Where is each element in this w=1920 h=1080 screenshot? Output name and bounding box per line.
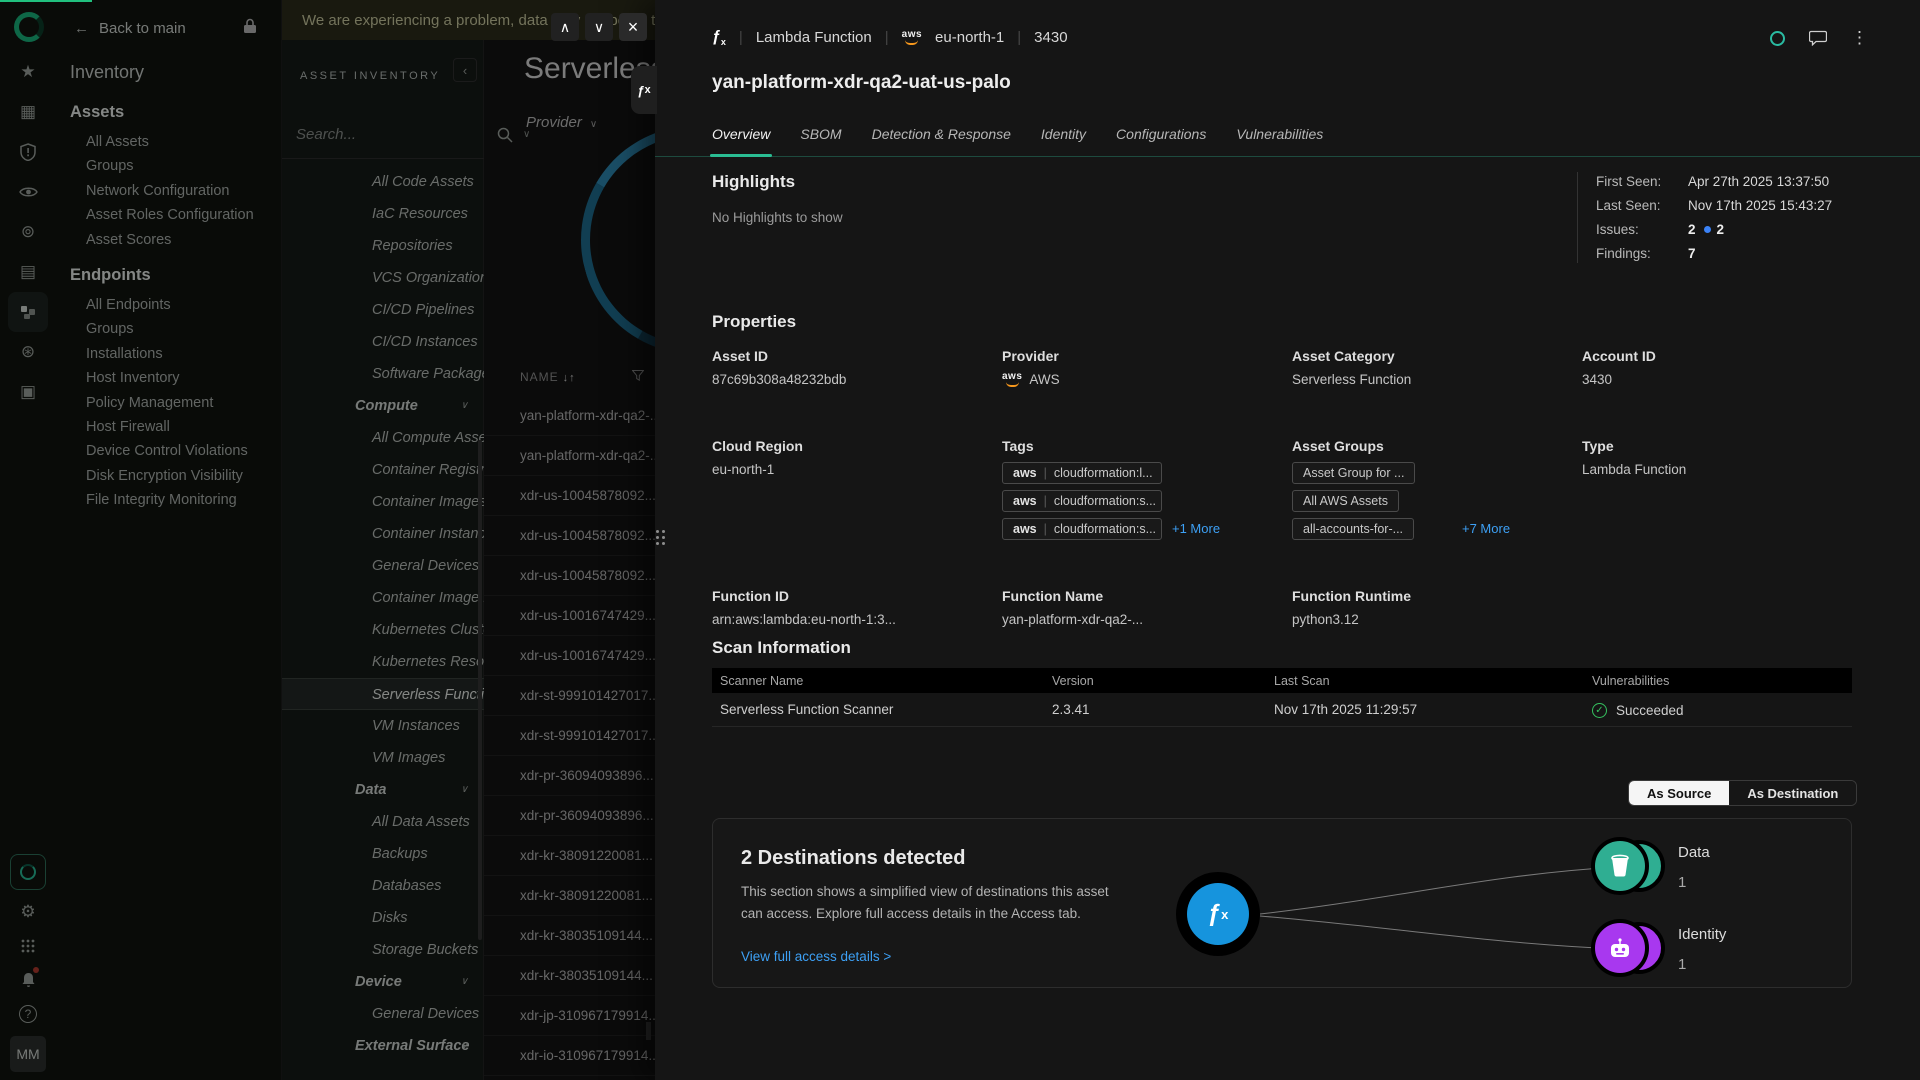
lambda-graph-node[interactable]: ƒx <box>1176 872 1260 956</box>
previous-asset-button[interactable]: ∧ <box>551 13 579 41</box>
last-seen-value: Nov 17th 2025 15:43:27 <box>1688 198 1832 213</box>
destinations-card: 2 Destinations detected This section sho… <box>712 818 1852 988</box>
progress-sliver <box>0 0 92 2</box>
asset-group-chip[interactable]: all-accounts-for-... <box>1292 518 1414 540</box>
issues-count[interactable]: 22 <box>1688 222 1724 237</box>
copilot-action-icon[interactable] <box>1770 31 1785 46</box>
region-label: eu-north-1 <box>935 29 1004 46</box>
scan-information-title: Scan Information <box>712 638 851 658</box>
first-seen-value: Apr 27th 2025 13:37:50 <box>1688 174 1829 189</box>
type-value: Lambda Function <box>1582 462 1872 477</box>
comment-icon[interactable] <box>1809 30 1827 46</box>
robot-icon <box>1591 919 1649 977</box>
destinations-title: 2 Destinations detected <box>741 847 966 870</box>
view-access-details-link[interactable]: View full access details > <box>741 949 891 964</box>
tab[interactable]: Vulnerabilities <box>1236 126 1323 157</box>
aws-icon: aws <box>1002 372 1022 387</box>
tag-chip[interactable]: aws|cloudformation:s... <box>1002 518 1162 540</box>
scanner-last-scan: Nov 17th 2025 11:29:57 <box>1266 693 1584 726</box>
tab[interactable]: SBOM <box>800 126 841 157</box>
cloud-region-value: eu-north-1 <box>712 462 1002 477</box>
tab[interactable]: Overview <box>712 126 770 157</box>
tag-chip[interactable]: aws|cloudformation:l... <box>1002 462 1162 484</box>
identity-graph-node[interactable] <box>1591 921 1667 979</box>
tab[interactable]: Identity <box>1041 126 1086 157</box>
tab[interactable]: Detection & Response <box>872 126 1011 157</box>
asset-group-chip[interactable]: All AWS Assets <box>1292 490 1399 512</box>
close-icon[interactable]: × <box>619 13 647 41</box>
tab[interactable]: Configurations <box>1116 126 1206 157</box>
properties-title: Properties <box>712 312 796 332</box>
scanner-name: Serverless Function Scanner <box>712 693 1044 726</box>
tags-more-link[interactable]: +1 More <box>1172 521 1220 536</box>
identity-node-label: Identity <box>1678 926 1726 943</box>
scan-row: Serverless Function Scanner 2.3.41 Nov 1… <box>712 693 1852 726</box>
scan-col-lastscan: Last Scan <box>1266 668 1584 693</box>
success-check-icon: ✓ <box>1592 703 1607 718</box>
scan-status-badge: ✓Succeeded <box>1592 703 1684 718</box>
asset-id-value: 87c69b308a48232bdb <box>712 372 1002 387</box>
function-name-value: yan-platform-xdr-qa2-... <box>1002 612 1292 627</box>
findings-count[interactable]: 7 <box>1688 246 1696 261</box>
scan-table: Scanner Name Version Last Scan Vulnerabi… <box>712 668 1852 727</box>
asset-category-value: Serverless Function <box>1292 372 1582 387</box>
asset-detail-drawer: ƒx | Lambda Function | aws eu-north-1 | … <box>655 0 1920 1080</box>
data-graph-node[interactable] <box>1591 839 1667 897</box>
next-asset-button[interactable]: ∨ <box>585 13 613 41</box>
asset-groups-list: Asset Group for ... All AWS Assets all-acc… <box>1292 462 1582 540</box>
asset-group-chip[interactable]: Asset Group for ... <box>1292 462 1415 484</box>
provider-value: AWS <box>1029 372 1059 387</box>
toggle-option[interactable]: As Source <box>1629 781 1729 805</box>
function-id-value: arn:aws:lambda:eu-north-1:3... <box>712 612 1002 627</box>
tag-chip[interactable]: aws|cloudformation:s... <box>1002 490 1162 512</box>
toggle-option[interactable]: As Destination <box>1729 781 1856 805</box>
drawer-navigation: ∧ ∨ × <box>551 13 647 41</box>
aws-icon: aws <box>902 30 922 45</box>
tags-list: aws|cloudformation:l... aws|cloudformatio… <box>1002 462 1292 540</box>
drawer-header: ƒx | Lambda Function | aws eu-north-1 | … <box>712 28 1068 47</box>
drawer-tabs: Overview SBOM Detection & Response Identity… <box>712 126 1323 157</box>
asset-groups-more-link[interactable]: +7 More <box>1462 521 1510 536</box>
highlights-empty-text: No Highlights to show <box>712 210 843 225</box>
lambda-function-icon: ƒx <box>712 28 726 47</box>
scan-col-vulns: Vulnerabilities <box>1584 668 1852 693</box>
more-options-icon[interactable]: ⋮ <box>1851 28 1868 48</box>
account-id-value: 3430 <box>1582 372 1872 387</box>
lambda-tab-icon[interactable]: ƒx <box>631 66 657 114</box>
access-direction-toggle: As SourceAs Destination <box>1628 780 1857 806</box>
properties-grid: Asset ID87c69b308a48232bdb Provider awsA… <box>712 348 1872 678</box>
data-node-count: 1 <box>1678 874 1686 891</box>
asset-title: yan-platform-xdr-qa2-uat-us-palo <box>712 72 1011 94</box>
asset-type-label: Lambda Function <box>756 29 872 46</box>
scan-col-scanner: Scanner Name <box>712 668 1044 693</box>
drawer-resize-handle[interactable] <box>656 530 665 545</box>
identity-node-count: 1 <box>1678 956 1686 973</box>
function-runtime-value: python3.12 <box>1292 612 1582 627</box>
drawer-actions: ⋮ <box>1770 28 1868 48</box>
highlights-title: Highlights <box>712 172 795 192</box>
scan-col-version: Version <box>1044 668 1266 693</box>
asset-summary: First Seen:Apr 27th 2025 13:37:50 Last S… <box>1577 172 1847 263</box>
account-id-label: 3430 <box>1034 29 1067 46</box>
bucket-icon <box>1591 837 1649 895</box>
data-node-label: Data <box>1678 844 1710 861</box>
modal-dim-overlay <box>0 0 655 1080</box>
severity-dot-icon <box>1704 226 1711 233</box>
lambda-function-icon: ƒx <box>1187 883 1249 945</box>
destinations-description: This section shows a simplified view of … <box>741 881 1131 924</box>
scanner-version: 2.3.41 <box>1044 693 1266 726</box>
